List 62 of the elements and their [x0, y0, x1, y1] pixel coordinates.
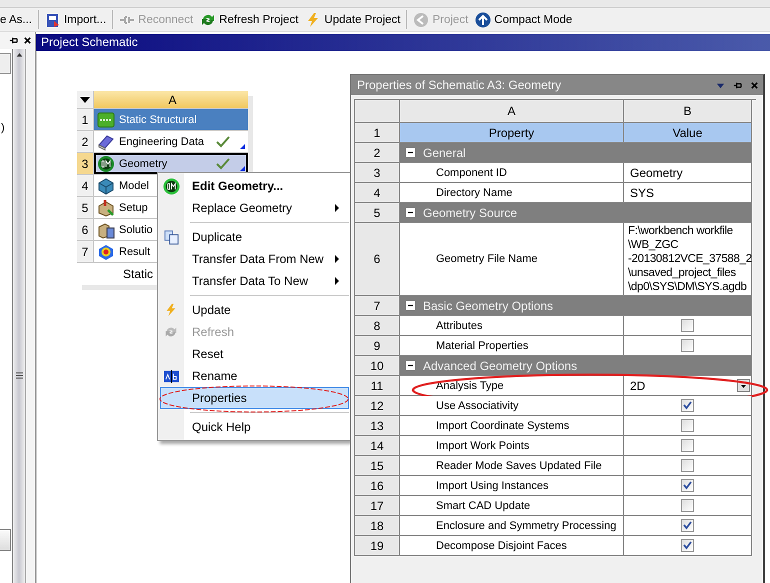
property-value: SYS — [624, 183, 752, 203]
row-number: 16 — [355, 476, 400, 496]
cell-label: Engineering Data — [119, 136, 204, 148]
row-number: 11 — [355, 376, 400, 396]
panel-header: Project Schematic — [36, 34, 770, 51]
row-number: 2 — [77, 131, 94, 152]
column-header: B — [624, 100, 752, 123]
property-name: Attributes — [400, 316, 624, 336]
property-name: Import Work Points — [400, 436, 624, 456]
property-name: Component ID — [400, 163, 624, 183]
property-name: Smart CAD Update — [400, 496, 624, 516]
property-name: Decompose Disjoint Faces — [400, 536, 624, 556]
group-label: Geometry Source — [423, 206, 518, 220]
row-number: 6 — [77, 219, 94, 240]
row-number: 7 — [77, 241, 94, 262]
row-number: 6 — [355, 223, 400, 296]
property-value: Geometry — [624, 163, 752, 183]
row-number: 9 — [355, 336, 400, 356]
row-number: 17 — [355, 496, 400, 516]
row-number: 4 — [355, 183, 400, 203]
column-title: Value — [624, 123, 752, 143]
cell-label: Setup — [119, 202, 148, 214]
row-number: 4 — [77, 175, 94, 196]
property-name: Enclosure and Symmetry Processing — [400, 516, 624, 536]
group-label: Advanced Geometry Options — [423, 358, 578, 372]
property-name: Import Coordinate Systems — [400, 416, 624, 436]
group-label: General — [423, 146, 466, 160]
row-number: 5 — [77, 197, 94, 218]
cell-label: Geometry — [119, 158, 168, 170]
row-number: 18 — [355, 516, 400, 536]
row-number: 8 — [355, 316, 400, 336]
property-name: Use Associativity — [400, 396, 624, 416]
row-number: 5 — [355, 203, 400, 223]
cell-label: Solutio — [119, 224, 153, 236]
property-name: Analysis Type — [400, 376, 624, 396]
cell-label: Static Structural — [119, 114, 197, 126]
row-number: 13 — [355, 416, 400, 436]
cell-label: Result — [119, 246, 150, 258]
row-number: 15 — [355, 456, 400, 476]
property-value: F:\workbench workfile \WB_ZGC -20130812VCE_37588_2 \unsaved_project_files \dp0\SYS\DM\SYS.agdb — [624, 223, 752, 296]
window-title: Properties of Schematic A3: Geometry — [357, 78, 562, 92]
row-number: 14 — [355, 436, 400, 456]
column-header: A — [94, 91, 248, 108]
row-number: 1 — [355, 123, 400, 143]
row-number: 7 — [355, 296, 400, 316]
property-name: Reader Mode Saves Updated File — [400, 456, 624, 476]
row-number: 19 — [355, 536, 400, 556]
row-number: 10 — [355, 356, 400, 376]
property-name: Material Properties — [400, 336, 624, 356]
column-header: A — [400, 100, 624, 123]
text-fragment: ) — [1, 122, 6, 134]
property-name: Import Using Instances — [400, 476, 624, 496]
row-number: 3 — [355, 163, 400, 183]
property-name: Geometry File Name — [400, 223, 624, 296]
row-number: 1 — [77, 109, 94, 130]
row-number: 12 — [355, 396, 400, 416]
cell-label: Model — [119, 180, 149, 192]
column-title: Property — [400, 123, 624, 143]
group-label: Basic Geometry Options — [423, 298, 554, 312]
row-number: 3 — [77, 153, 94, 174]
row-number: 2 — [355, 143, 400, 163]
property-name: Directory Name — [400, 183, 624, 203]
